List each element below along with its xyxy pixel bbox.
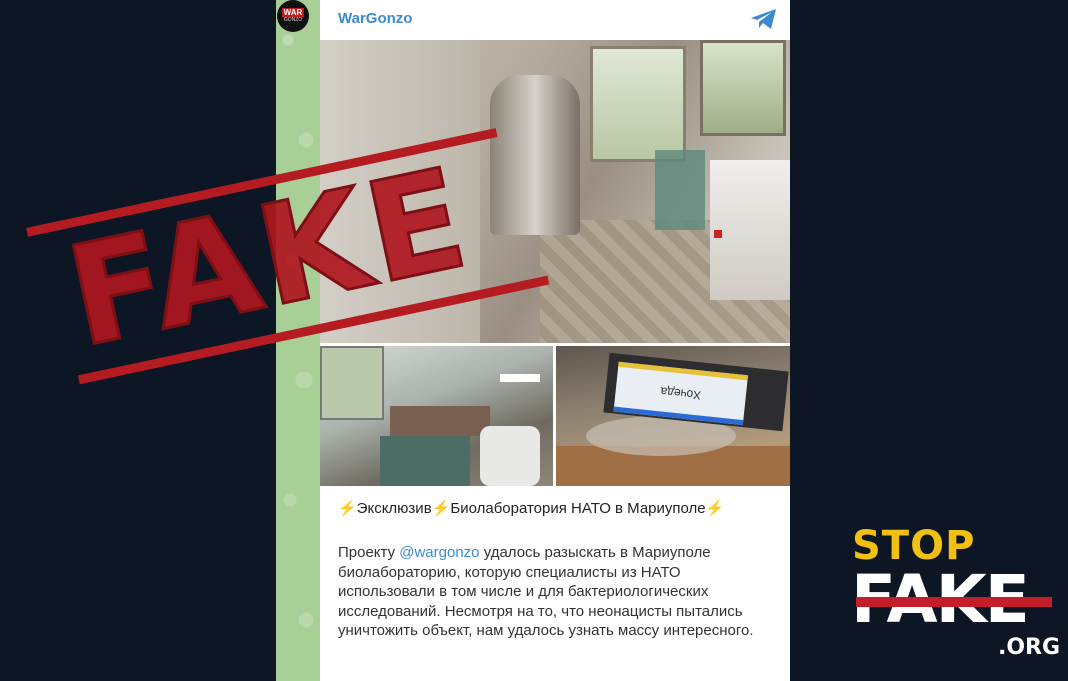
photo-bench bbox=[655, 150, 705, 230]
photo-window bbox=[700, 40, 786, 136]
photo-bench bbox=[380, 436, 470, 486]
photo-bag bbox=[480, 426, 540, 486]
photo-lab-bench[interactable] bbox=[320, 346, 553, 486]
headline-part1: Эксклюзив bbox=[356, 500, 432, 517]
lightning-icon: ⚡ bbox=[431, 500, 451, 517]
logo-strike-line bbox=[856, 597, 1052, 607]
photo-sign bbox=[500, 374, 540, 382]
photo-shelf bbox=[390, 406, 490, 436]
telegram-share-icon[interactable] bbox=[750, 8, 778, 30]
photo-cabinet bbox=[710, 160, 790, 300]
lightning-icon: ⚡ bbox=[705, 500, 725, 517]
photo-window bbox=[320, 346, 384, 420]
avatar-text-bottom: GONZO bbox=[283, 17, 303, 23]
post-headline: ⚡Эксклюзив⚡Биолаборатория НАТО в Мариупо… bbox=[338, 499, 724, 517]
binder-label-text: Хочеда bbox=[659, 384, 702, 403]
channel-name-link[interactable]: WarGonzo bbox=[338, 10, 412, 27]
body-prefix: Проекту bbox=[338, 544, 400, 561]
binder-label: Хочеда bbox=[613, 361, 749, 426]
post-body: Проекту @wargonzo удалось разыскать в Ма… bbox=[338, 543, 778, 641]
lightning-icon: ⚡ bbox=[338, 500, 357, 517]
avatar-text-top: WAR bbox=[281, 8, 305, 17]
photo-binder[interactable]: Хочеда bbox=[556, 346, 790, 486]
photo-window bbox=[590, 46, 686, 162]
mention-link[interactable]: @wargonzo bbox=[399, 544, 479, 561]
channel-avatar[interactable]: WAR GONZO bbox=[277, 0, 309, 32]
headline-part2: Биолаборатория НАТО в Мариуполе bbox=[450, 500, 706, 517]
logo-org: .ORG bbox=[998, 635, 1061, 660]
